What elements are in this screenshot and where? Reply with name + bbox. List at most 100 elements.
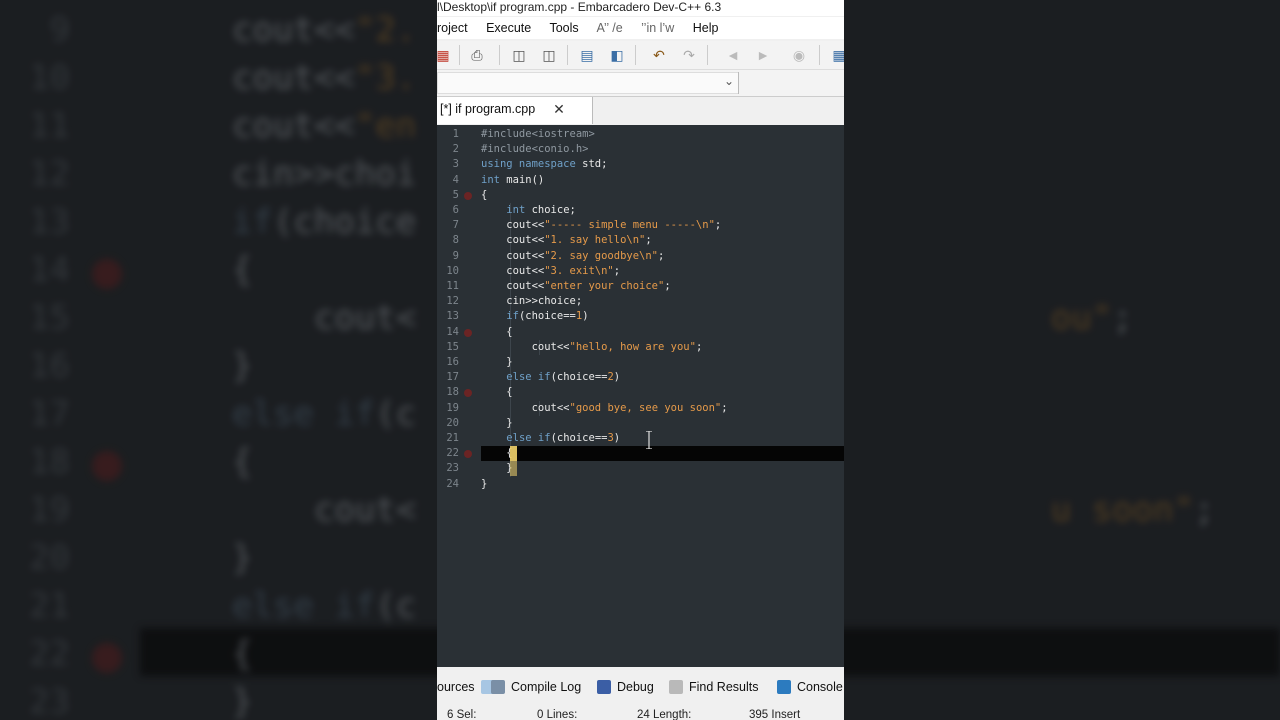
chevron-down-icon: ⌄: [723, 74, 734, 88]
code-line[interactable]: 2 #include<conio.h>: [437, 142, 844, 157]
code-text: }: [481, 416, 512, 431]
code-token: cout<<: [481, 219, 545, 232]
code-token: ;: [695, 340, 703, 353]
menu-project[interactable]: roject: [437, 21, 468, 35]
dev-cpp-window: l\Desktop\if program.cpp - Embarcadero D…: [437, 0, 844, 720]
code-token: }: [481, 462, 513, 475]
close-file-icon[interactable]: ▦: [437, 45, 453, 65]
code-editor[interactable]: 1 #include<iostream> 2 #include<conio.h> 3 us…: [437, 125, 844, 667]
code-line[interactable]: 3 using namespace std;: [437, 157, 844, 172]
tab-debug[interactable]: Debug: [597, 676, 654, 698]
menu-window[interactable]: ’’in l’w: [641, 21, 674, 35]
tab-compile-log[interactable]: Compile Log: [491, 676, 581, 698]
close-icon[interactable]: ✕: [551, 97, 567, 121]
redo-icon[interactable]: ↷: [679, 45, 699, 65]
code-line[interactable]: 20 }: [437, 416, 844, 431]
code-text: {: [481, 385, 512, 400]
code-line[interactable]: 9 cout<<"2. say goodbye\n";: [437, 249, 844, 264]
class-dropdown[interactable]: ⌄: [437, 72, 739, 94]
tab-console-label: Console: [797, 680, 843, 694]
code-line[interactable]: 6 int choice;: [437, 203, 844, 218]
code-token: if: [506, 310, 519, 323]
status-length: 24 Length:: [637, 709, 692, 720]
code-token: ): [613, 371, 621, 384]
comment-icon[interactable]: ◉: [789, 45, 809, 65]
code-line[interactable]: 8 cout<<"1. say hello\n";: [437, 233, 844, 248]
code-line[interactable]: 11 cout<<"enter your choice";: [437, 279, 844, 294]
tab-find-results[interactable]: Find Results: [669, 676, 758, 698]
code-text: else if(choice==2): [481, 370, 620, 385]
code-line[interactable]: 15 cout<<"hello, how are you";: [437, 340, 844, 355]
class-browser-icon[interactable]: ▦: [829, 45, 844, 65]
fold-marker-icon[interactable]: [464, 191, 472, 200]
code-line[interactable]: 16 }: [437, 355, 844, 370]
code-line[interactable]: 7 cout<<"----- simple menu -----\n";: [437, 218, 844, 233]
code-token: cout<<: [481, 340, 570, 353]
menu-execute[interactable]: Execute: [486, 21, 531, 35]
code-text: }: [481, 461, 513, 476]
line-number: 19: [446, 401, 459, 414]
line-number: 5: [452, 188, 459, 201]
code-token: #include<iostream>: [481, 128, 595, 140]
code-line[interactable]: 13 if(choice==1): [437, 309, 844, 324]
line-number: 2: [452, 143, 459, 156]
code-text: int main(): [481, 173, 544, 188]
code-token: {: [481, 325, 513, 338]
unindent-icon[interactable]: ►: [753, 45, 773, 65]
code-line[interactable]: 14 {: [437, 325, 844, 340]
current-line-highlight: [481, 446, 844, 462]
toggle-bookmark-icon[interactable]: ◧: [607, 45, 627, 65]
code-token: (choice==: [550, 371, 608, 384]
code-line[interactable]: 5{: [437, 188, 844, 203]
code-line[interactable]: 12 cin>>choice;: [437, 294, 844, 309]
code-text: if(choice==1): [481, 309, 588, 324]
print-icon[interactable]: ⎙: [467, 45, 487, 65]
menu-help[interactable]: Help: [693, 21, 719, 35]
line-number: 4: [452, 173, 459, 186]
line-number: 18: [446, 386, 459, 399]
find-results-icon: [669, 680, 683, 694]
code-token: ;: [613, 264, 621, 277]
undo-icon[interactable]: ↶: [649, 45, 669, 65]
toolbar-separator: [567, 45, 568, 65]
code-text: cout<<"----- simple menu -----\n";: [481, 218, 721, 233]
code-line[interactable]: 21 else if(choice==3): [437, 431, 844, 446]
code-token: ;: [714, 219, 722, 232]
tab-if-program[interactable]: [*] if program.cpp ✕: [437, 97, 593, 124]
find-icon[interactable]: ◫: [509, 45, 529, 65]
fold-marker-icon[interactable]: [464, 328, 472, 337]
code-line[interactable]: 24}: [437, 477, 844, 492]
code-token: "good bye, see you soon": [569, 401, 722, 414]
code-line[interactable]: 17 else if(choice==2): [437, 370, 844, 385]
line-number: 3: [452, 158, 459, 171]
text-caret: [510, 461, 517, 477]
code-token: ;: [645, 234, 652, 247]
code-line[interactable]: 10 cout<<"3. exit\n";: [437, 264, 844, 279]
code-line[interactable]: 18 {: [437, 385, 844, 400]
code-line[interactable]: 19 cout<<"good bye, see you soon";: [437, 401, 844, 416]
class-combo-row: ⌄: [437, 70, 844, 97]
line-number: 12: [446, 295, 459, 308]
code-line[interactable]: 4 int main(): [437, 173, 844, 188]
goto-line-icon[interactable]: ▤: [577, 45, 597, 65]
code-line[interactable]: 1 #include<iostream>: [437, 127, 844, 142]
tab-compile-log-label: Compile Log: [511, 680, 582, 694]
indent-icon[interactable]: ◄: [723, 45, 743, 65]
replace-icon[interactable]: ◫: [539, 45, 559, 65]
fold-marker-icon[interactable]: [464, 450, 472, 459]
tab-console[interactable]: Console: [777, 676, 843, 698]
code-token: "----- simple menu -----\n": [544, 219, 715, 232]
fold-marker-icon[interactable]: [464, 389, 472, 398]
line-number: 9: [452, 249, 459, 262]
menu-astyle[interactable]: A’’ /e: [596, 21, 622, 35]
line-number: 17: [446, 371, 459, 384]
code-token: ;: [658, 249, 665, 262]
status-sel: 6 Sel:: [447, 709, 477, 720]
code-line[interactable]: 23 }: [437, 461, 844, 476]
menu-tools[interactable]: Tools: [549, 21, 578, 35]
compile-log-icon: [491, 680, 505, 694]
code-line[interactable]: 22 {: [437, 446, 844, 462]
code-text: #include<conio.h>: [481, 142, 588, 157]
